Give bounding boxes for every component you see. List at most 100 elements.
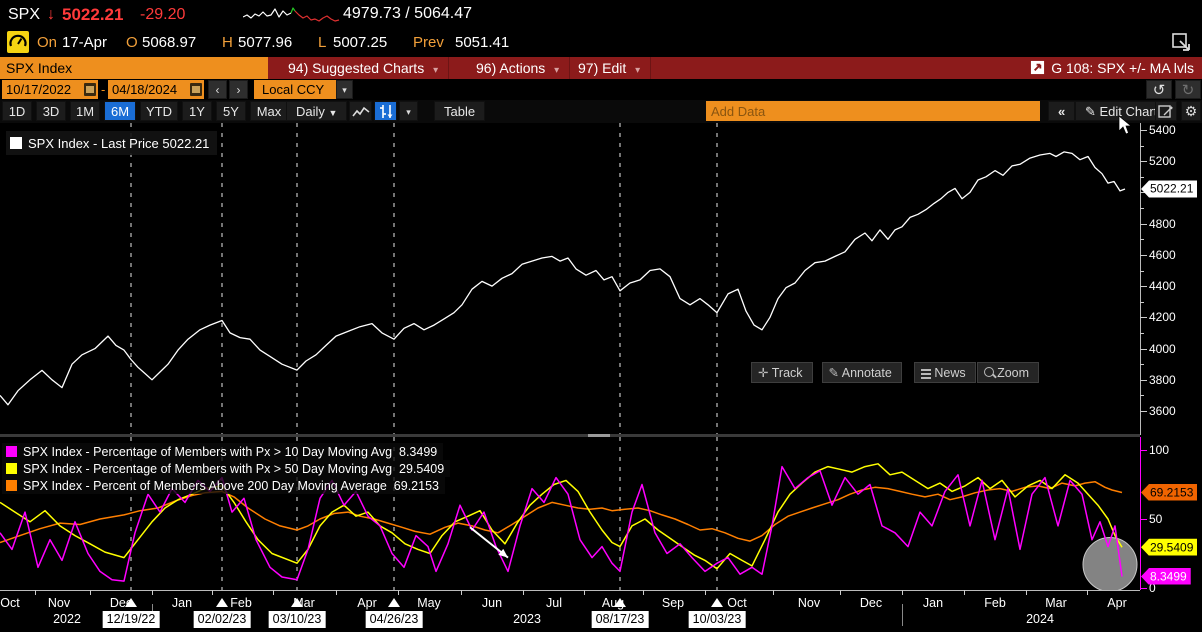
period-tab-1d[interactable]: 1D	[2, 101, 32, 121]
table-button[interactable]: Table	[434, 101, 486, 121]
add-data-input[interactable]	[706, 101, 1040, 121]
x-year-label: 2024	[1026, 612, 1054, 626]
period-tab-3d[interactable]: 3D	[36, 101, 66, 121]
menu-item-suggestedcharts[interactable]: 94) Suggested Charts ▾	[278, 57, 450, 79]
x-tick	[705, 590, 706, 595]
event-marker-icon[interactable]	[711, 598, 723, 607]
event-date-box[interactable]: 03/10/23	[268, 611, 326, 628]
period-tab-5y[interactable]: 5Y	[216, 101, 246, 121]
gauge-icon[interactable]	[7, 31, 29, 53]
chart-area: 5400 5200 4800 4600 4400 4200 4000 3800 3600 5022…	[0, 123, 1202, 595]
event-marker-icon[interactable]	[216, 598, 228, 607]
calendar-icon[interactable]	[84, 83, 96, 96]
y-tick-label: 4200	[1149, 310, 1176, 325]
x-tick	[34, 590, 36, 595]
low-label: L	[318, 34, 327, 51]
x-month-label: Apr	[357, 596, 377, 610]
y-tick	[1140, 145, 1144, 147]
x-tick	[902, 590, 903, 595]
x-month-label: Jul	[546, 596, 562, 610]
x-tick	[643, 590, 644, 595]
redo-button[interactable]: ↻	[1175, 80, 1201, 99]
chart-toolbar: 1D3D1M6MYTD1Y5YMax Daily ▼ ▾ Table « ✎ E…	[0, 100, 1202, 123]
divider-handle[interactable]	[588, 434, 610, 437]
event-marker-icon[interactable]	[291, 598, 303, 607]
chart-title: G 108: SPX +/- MA lvls	[1030, 57, 1194, 79]
track-button[interactable]: ✛ Track	[751, 362, 813, 383]
x-tick	[583, 590, 585, 595]
x-month-label: Oct	[0, 596, 20, 610]
lower-legend-item-1[interactable]: SPX Index - Percentage of Members with P…	[2, 443, 444, 460]
range-forward-button[interactable]: ›	[229, 80, 248, 99]
annotate-button[interactable]: ✎ Annotate	[821, 362, 902, 383]
lower-legend-item-3[interactable]: SPX Index - Percent of Members Above 200…	[2, 477, 445, 494]
x-tick	[773, 590, 774, 595]
line-chart-type-button[interactable]	[349, 101, 372, 121]
x-month-label: Dec	[859, 596, 883, 610]
event-marker-icon[interactable]	[388, 598, 400, 607]
print-icon[interactable]	[1171, 32, 1193, 58]
undo-button[interactable]: ↺	[1146, 80, 1172, 99]
y-tick	[1140, 208, 1144, 210]
y-tick	[1140, 395, 1144, 397]
chart-type-caret-icon[interactable]: ▾	[399, 101, 418, 121]
event-date-box[interactable]: 12/19/22	[102, 611, 160, 628]
collapse-panel-button[interactable]: «	[1048, 101, 1076, 121]
x-month-label: Jun	[481, 596, 503, 610]
frequency-dropdown[interactable]: Daily ▼	[286, 101, 348, 121]
y-tick-label: 50	[1149, 512, 1163, 526]
x-tick	[398, 590, 399, 595]
legend-swatch	[6, 480, 17, 491]
x-tick	[90, 590, 91, 595]
y-tick-label: 3600	[1149, 404, 1176, 418]
x-month-label: Apr	[1107, 596, 1127, 610]
price-change: -29.20	[140, 6, 186, 23]
range-back-button[interactable]: ‹	[208, 80, 227, 99]
x-tick	[460, 590, 462, 595]
price-panel[interactable]	[0, 123, 1140, 435]
chevron-down-icon: ▾	[433, 65, 439, 76]
gear-icon[interactable]: ⚙	[1181, 101, 1201, 121]
period-tab-1y[interactable]: 1Y	[182, 101, 212, 121]
period-tab-max[interactable]: Max	[250, 101, 288, 121]
y-tick	[1140, 254, 1147, 256]
period-tab-6m[interactable]: 6M	[104, 101, 136, 121]
event-date-box[interactable]: 02/02/23	[193, 611, 251, 628]
ticker-symbol: SPX	[8, 6, 41, 23]
x-tick	[840, 590, 841, 595]
y-tick	[1140, 161, 1147, 163]
main-legend[interactable]: SPX Index - Last Price 5022.21	[6, 131, 218, 155]
bottom-axis-line	[0, 590, 1140, 591]
y-tick-label: 3800	[1149, 372, 1176, 387]
x-month-label: Jan	[922, 596, 944, 610]
high-value: 5077.96	[238, 34, 293, 51]
zoom-button[interactable]: Zoom	[977, 362, 1040, 383]
menu-item-actions[interactable]: 96) Actions ▾	[466, 57, 571, 79]
news-button[interactable]: News	[913, 362, 976, 383]
chevron-down-icon: ▼	[328, 108, 338, 118]
calendar-icon[interactable]	[190, 83, 202, 96]
last-price-tag: 5022.21	[1141, 180, 1198, 198]
panel-divider[interactable]	[0, 434, 1140, 437]
event-date-box[interactable]: 10/03/23	[688, 611, 746, 628]
y-tick	[1140, 223, 1147, 225]
event-date-box[interactable]: 08/17/23	[591, 611, 649, 628]
period-tab-1m[interactable]: 1M	[70, 101, 100, 121]
period-tab-ytd[interactable]: YTD	[140, 101, 178, 121]
y-tick-label: 4400	[1149, 279, 1176, 294]
bloomberg-terminal-window: SPX ↓ 5022.21 -29.20 4979.73 / 5064.47 O…	[0, 0, 1202, 632]
lower-legend-item-2[interactable]: SPX Index - Percentage of Members with P…	[2, 460, 451, 477]
quote-row: SPX ↓ 5022.21 -29.20 4979.73 / 5064.47	[0, 0, 1202, 30]
event-marker-icon[interactable]	[125, 598, 137, 607]
mouse-cursor	[1118, 116, 1132, 135]
launch-icon[interactable]	[1030, 60, 1045, 75]
chart-notes-icon[interactable]	[1155, 101, 1177, 121]
menu-item-edit[interactable]: 97) Edit ▾	[568, 57, 652, 79]
candlestick-chart-type-button[interactable]	[374, 101, 397, 121]
y-tick	[1140, 332, 1144, 334]
event-date-box[interactable]: 04/26/23	[365, 611, 423, 628]
event-marker-icon[interactable]	[614, 598, 626, 607]
currency-caret-icon[interactable]: ▾	[336, 80, 353, 99]
range-separator: -	[101, 82, 106, 97]
security-input[interactable]	[0, 57, 268, 79]
